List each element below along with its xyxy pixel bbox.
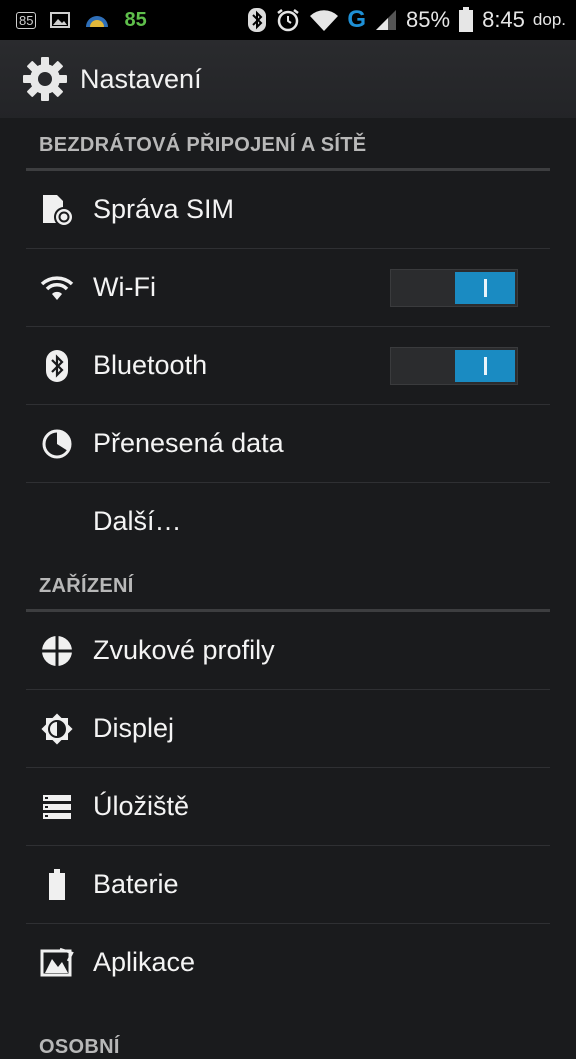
clock-time: 8:45: [482, 7, 525, 32]
section-header-label: OSOBNÍ: [39, 1036, 120, 1058]
signal-icon: [374, 8, 398, 32]
battery-icon: [39, 867, 75, 903]
battery-app-level: 85: [124, 8, 147, 31]
settings-item-label: Další…: [93, 506, 182, 536]
toggle-thumb: [455, 271, 515, 304]
settings-item-label: Zvukové profily: [93, 635, 275, 665]
settings-item-more[interactable]: Další…: [26, 483, 550, 560]
settings-item-sim[interactable]: Správa SIM: [26, 171, 550, 249]
settings-item-label: Displej: [93, 713, 175, 743]
bluetooth-icon: [39, 348, 75, 384]
settings-item-storage[interactable]: Úložiště: [26, 768, 550, 846]
storage-icon: [39, 789, 75, 825]
bluetooth-toggle[interactable]: [390, 346, 518, 385]
settings-item-label: Wi-Fi: [93, 272, 156, 302]
gear-icon[interactable]: [20, 54, 70, 104]
wifi-status-icon: [309, 8, 339, 32]
wifi-icon: [39, 270, 75, 306]
settings-item-label: Bluetooth: [93, 350, 208, 380]
settings-item-label: Baterie: [93, 869, 179, 899]
settings-item-display[interactable]: Displej: [26, 690, 550, 768]
toggle-thumb: [455, 349, 515, 382]
settings-list: BEZDRÁTOVÁ PŘIPOJENÍ A SÍTĚ Správa SIM W…: [0, 118, 576, 1058]
settings-item-data-usage[interactable]: Přenesená data: [26, 405, 550, 483]
status-bar: 85 85 G 85% 8:45 dop.: [0, 0, 576, 40]
action-bar: Nastavení: [0, 40, 576, 118]
network-type: G: [347, 6, 367, 33]
notification-badge: 85: [16, 11, 37, 29]
battery-percent: 85%: [406, 7, 451, 32]
section-header-label: ZAŘÍZENÍ: [39, 575, 134, 597]
section-header-label: BEZDRÁTOVÁ PŘIPOJENÍ A SÍTĚ: [39, 134, 367, 156]
section-header-wireless: BEZDRÁTOVÁ PŘIPOJENÍ A SÍTĚ: [26, 118, 550, 171]
weather-icon: [84, 11, 110, 29]
apps-icon: [39, 945, 75, 981]
display-icon: [39, 711, 75, 747]
settings-item-battery[interactable]: Baterie: [26, 846, 550, 924]
battery-status-icon: [458, 7, 474, 33]
section-header-device: ZAŘÍZENÍ: [26, 560, 550, 612]
page-title: Nastavení: [80, 63, 202, 94]
section-header-personal: OSOBNÍ: [26, 1001, 550, 1058]
sim-icon: [39, 192, 75, 228]
settings-item-apps[interactable]: Aplikace: [26, 924, 550, 1001]
settings-item-wifi[interactable]: Wi-Fi: [26, 249, 550, 327]
settings-item-sound-profiles[interactable]: Zvukové profily: [26, 612, 550, 690]
settings-item-label: Aplikace: [93, 947, 196, 977]
settings-item-bluetooth[interactable]: Bluetooth: [26, 327, 550, 405]
image-notification-icon: [50, 11, 71, 29]
settings-item-label: Správa SIM: [93, 194, 235, 224]
data-usage-icon: [39, 426, 75, 462]
clock-ampm: dop.: [532, 10, 566, 29]
wifi-toggle[interactable]: [390, 268, 518, 307]
settings-item-label: Přenesená data: [93, 428, 284, 458]
bluetooth-status-icon: [247, 7, 267, 33]
sound-profile-icon: [39, 633, 75, 669]
settings-item-label: Úložiště: [93, 791, 190, 821]
alarm-icon: [275, 7, 301, 33]
